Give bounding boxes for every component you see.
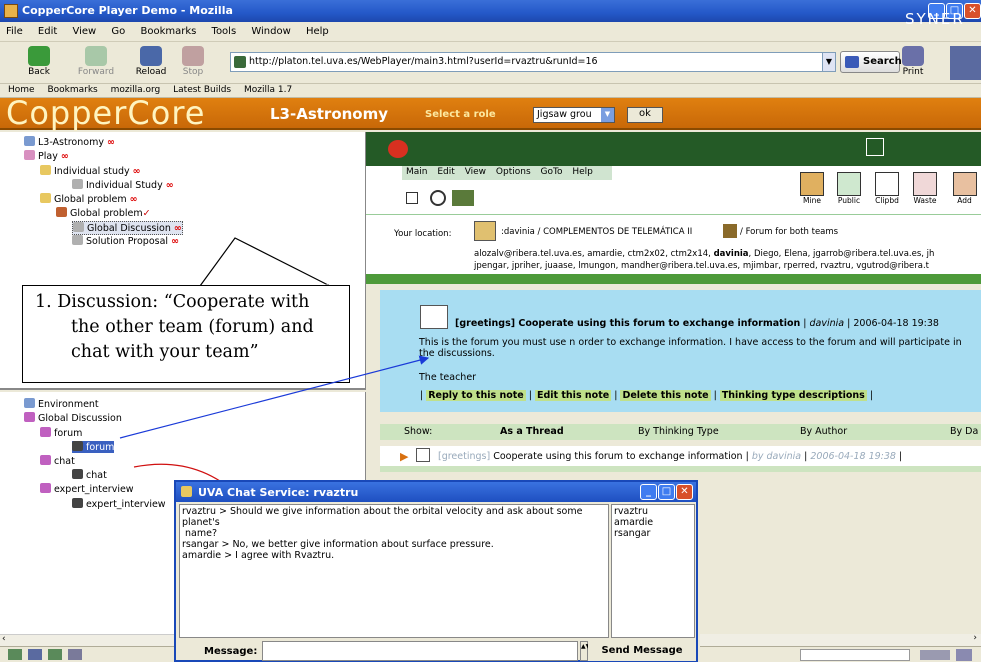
chat-window: UVA Chat Service: rvaztru _ □ ✕ rvaztru … (174, 480, 698, 662)
security-icon (956, 649, 972, 661)
horizontal-scrollbar-right[interactable]: › (700, 633, 981, 646)
message-input[interactable] (262, 641, 578, 661)
chat-user-list[interactable]: rvaztru amardie rsangar (611, 504, 695, 638)
status-bar-right (700, 646, 981, 662)
send-message-button[interactable]: Send Message (588, 641, 696, 661)
chat-title-bar: UVA Chat Service: rvaztru _ □ ✕ (176, 482, 696, 502)
scroll-left-icon[interactable]: ‹ (2, 634, 6, 644)
chat-line: name? (185, 528, 217, 539)
chat-user[interactable]: amardie (614, 517, 692, 528)
chat-close-button[interactable]: ✕ (676, 484, 693, 500)
navigator-icon[interactable] (8, 649, 22, 660)
chat-minimize-button[interactable]: _ (640, 484, 657, 500)
java-icon (181, 486, 192, 497)
chat-line: rvaztru > Should we give information abo… (182, 506, 583, 528)
chat-user[interactable]: rvaztru (614, 506, 692, 517)
mail-icon[interactable] (28, 649, 42, 660)
chat-user[interactable]: rsangar (614, 528, 692, 539)
chat-line: amardie > I agree with Rvaztru. (182, 550, 335, 561)
scroll-right-icon[interactable]: › (973, 633, 977, 643)
chat-line: rsangar > No, we better give information… (182, 539, 494, 550)
message-spinner[interactable]: ▲▼ (580, 641, 590, 661)
status-bar (0, 646, 174, 662)
horizontal-scrollbar[interactable]: ‹ (0, 634, 174, 646)
progress-field (800, 649, 910, 661)
connection-icon (920, 650, 950, 660)
forum-pointer-arrow (119, 355, 430, 439)
address-book-icon[interactable] (68, 649, 82, 660)
chat-log[interactable]: rvaztru > Should we give information abo… (179, 504, 609, 638)
message-label: Message: (204, 646, 258, 657)
composer-icon[interactable] (48, 649, 62, 660)
chat-maximize-button[interactable]: □ (658, 484, 675, 500)
